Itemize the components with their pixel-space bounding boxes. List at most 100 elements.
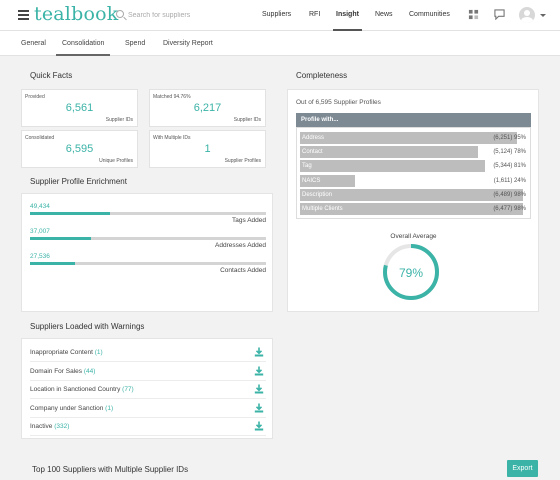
enrichment-bar-fill: [30, 212, 111, 215]
search-input[interactable]: [128, 9, 246, 22]
completeness-row-name: NAICS: [302, 177, 321, 184]
avatar-icon[interactable]: [519, 7, 535, 23]
quick-fact-multiple-ids: With Multiple IDs 1 Supplier Profiles: [149, 130, 266, 168]
completeness-subtitle: Out of 6,595 Supplier Profiles: [296, 99, 381, 106]
enrichment-label: Contacts Added: [220, 267, 266, 274]
tab-diversity-report[interactable]: Diversity Report: [163, 40, 213, 47]
warning-name: Company under Sanction: [30, 404, 104, 412]
completeness-row: Address (6,251) 95%: [300, 132, 528, 144]
completeness-row-name: Contact: [302, 149, 323, 156]
download-icon[interactable]: [254, 347, 264, 357]
quick-fact-value: 6,595: [65, 143, 94, 155]
tab-general[interactable]: General: [21, 40, 46, 47]
completeness-row-value: (5,124) 78%: [493, 149, 526, 156]
overall-average-label: Overall Average: [390, 233, 437, 240]
completeness-row-value: (6,251) 95%: [493, 135, 526, 141]
enrichment-value: 37,007: [30, 228, 50, 235]
tealbook-logo[interactable]: tealbook: [34, 3, 118, 25]
search-icon: [116, 10, 124, 18]
quick-facts-title: Quick Facts: [30, 71, 73, 80]
quick-fact-label: Matched 94.76%: [153, 94, 191, 100]
nav-suppliers[interactable]: Suppliers: [262, 11, 291, 18]
completeness-row-value: (6,477) 98%: [493, 206, 526, 212]
completeness-row: Tag (5,344) 81%: [300, 160, 528, 173]
search-box[interactable]: [116, 9, 246, 23]
enrichment-value: 49,434: [30, 203, 50, 210]
top-navbar: tealbook Suppliers RFI Insight News Comm…: [0, 0, 560, 31]
warning-count[interactable]: (44): [84, 368, 96, 375]
quick-fact-label: With Multiple IDs: [153, 135, 191, 141]
completeness-title: Completeness: [296, 71, 348, 80]
warning-label: Inappropriate Content (1): [30, 349, 103, 356]
menu-icon[interactable]: [18, 10, 29, 22]
completeness-row: Contact (5,124) 78%: [300, 146, 528, 159]
top-suppliers-title: Top 100 Suppliers with Multiple Supplier…: [32, 465, 189, 474]
nav-communities[interactable]: Communities: [409, 11, 450, 18]
completeness-row-value: (5,344) 81%: [493, 163, 526, 170]
download-icon[interactable]: [254, 421, 264, 431]
tab-spend[interactable]: Spend: [125, 40, 145, 47]
completeness-row-name: Multiple Clients: [302, 206, 343, 212]
enrichment-value: 27,536: [30, 253, 50, 260]
enrichment-bar: [30, 212, 266, 215]
warning-count[interactable]: (332): [54, 423, 69, 430]
completeness-bar-fill: [300, 146, 478, 159]
quick-fact-value: 1: [204, 143, 211, 155]
download-icon[interactable]: [254, 403, 264, 413]
completeness-row-value: (1,611) 24%: [493, 177, 526, 184]
warning-row: Location in Sanctioned Country (77): [30, 381, 266, 399]
enrichment-label: Addresses Added: [215, 242, 266, 249]
quick-fact-consolidated: Consolidated 6,595 Unique Profiles: [21, 130, 138, 168]
quick-fact-sub: Supplier Profiles: [224, 158, 261, 164]
warning-name: Inactive: [30, 423, 53, 430]
warning-label: Inactive (332): [30, 423, 69, 430]
download-icon[interactable]: [254, 384, 264, 394]
completeness-bar-fill: [300, 160, 485, 173]
gauge-value: 79%: [399, 266, 423, 280]
quick-fact-value: 6,561: [65, 102, 94, 114]
warning-name: Domain For Sales: [30, 367, 83, 375]
warning-row: Company under Sanction (1): [30, 400, 266, 418]
warnings-title: Suppliers Loaded with Warnings: [30, 322, 145, 331]
warning-count[interactable]: (1): [95, 349, 103, 356]
download-icon[interactable]: [254, 366, 264, 376]
nav-insight[interactable]: Insight: [333, 11, 362, 31]
enrichment-bar-fill: [30, 262, 75, 265]
sub-navbar: General Consolidation Spend Diversity Re…: [0, 31, 560, 56]
completeness-header: Profile with...: [296, 113, 531, 127]
chat-icon[interactable]: [494, 9, 505, 20]
enrichment-bar: [30, 262, 266, 265]
warning-row: Domain For Sales (44): [30, 363, 266, 381]
completeness-row: NAICS (1,611) 24%: [300, 174, 528, 187]
enrichment-row-tags: 49,434 Tags Added: [28, 203, 268, 228]
warning-count[interactable]: (77): [122, 386, 134, 393]
warning-label: Company under Sanction (1): [30, 405, 113, 412]
warning-name: Inappropriate Content: [30, 349, 93, 356]
chevron-down-icon[interactable]: [540, 14, 546, 17]
completeness-row: Multiple Clients (6,477) 98%: [300, 203, 528, 215]
quick-fact-sub: Unique Profiles: [99, 158, 133, 164]
warning-row: Inappropriate Content (1): [30, 344, 266, 362]
tab-consolidation[interactable]: Consolidation: [55, 40, 111, 56]
warning-label: Domain For Sales (44): [30, 368, 95, 375]
quick-fact-label: Consolidated: [25, 135, 55, 141]
nav-rfi[interactable]: RFI: [309, 11, 320, 18]
enrichment-row-contacts: 27,536 Contacts Added: [28, 253, 268, 278]
org-chart-icon[interactable]: [468, 9, 479, 20]
completeness-bar-fill: [300, 132, 517, 144]
warning-row: Inactive (332): [30, 418, 266, 436]
export-button[interactable]: Export: [507, 460, 538, 477]
nav-news[interactable]: News: [375, 11, 393, 18]
completeness-row: Description (6,489) 98%: [300, 188, 528, 201]
completeness-bar-fill: [300, 188, 524, 201]
warning-name: Location in Sanctioned Country: [30, 386, 121, 393]
overall-average-gauge: 79%: [383, 244, 439, 300]
completeness-row-value: (6,489) 98%: [493, 191, 526, 198]
quick-fact-value: 6,217: [193, 102, 222, 114]
warning-count[interactable]: (1): [105, 405, 113, 412]
quick-fact-sub: Supplier IDs: [105, 117, 133, 123]
quick-fact-sub: Supplier IDs: [233, 117, 261, 123]
quick-fact-matched: Matched 94.76% 6,217 Supplier IDs: [149, 89, 266, 127]
enrichment-row-addresses: 37,007 Addresses Added: [28, 228, 268, 253]
quick-fact-provided: Provided 6,561 Supplier IDs: [21, 89, 138, 127]
